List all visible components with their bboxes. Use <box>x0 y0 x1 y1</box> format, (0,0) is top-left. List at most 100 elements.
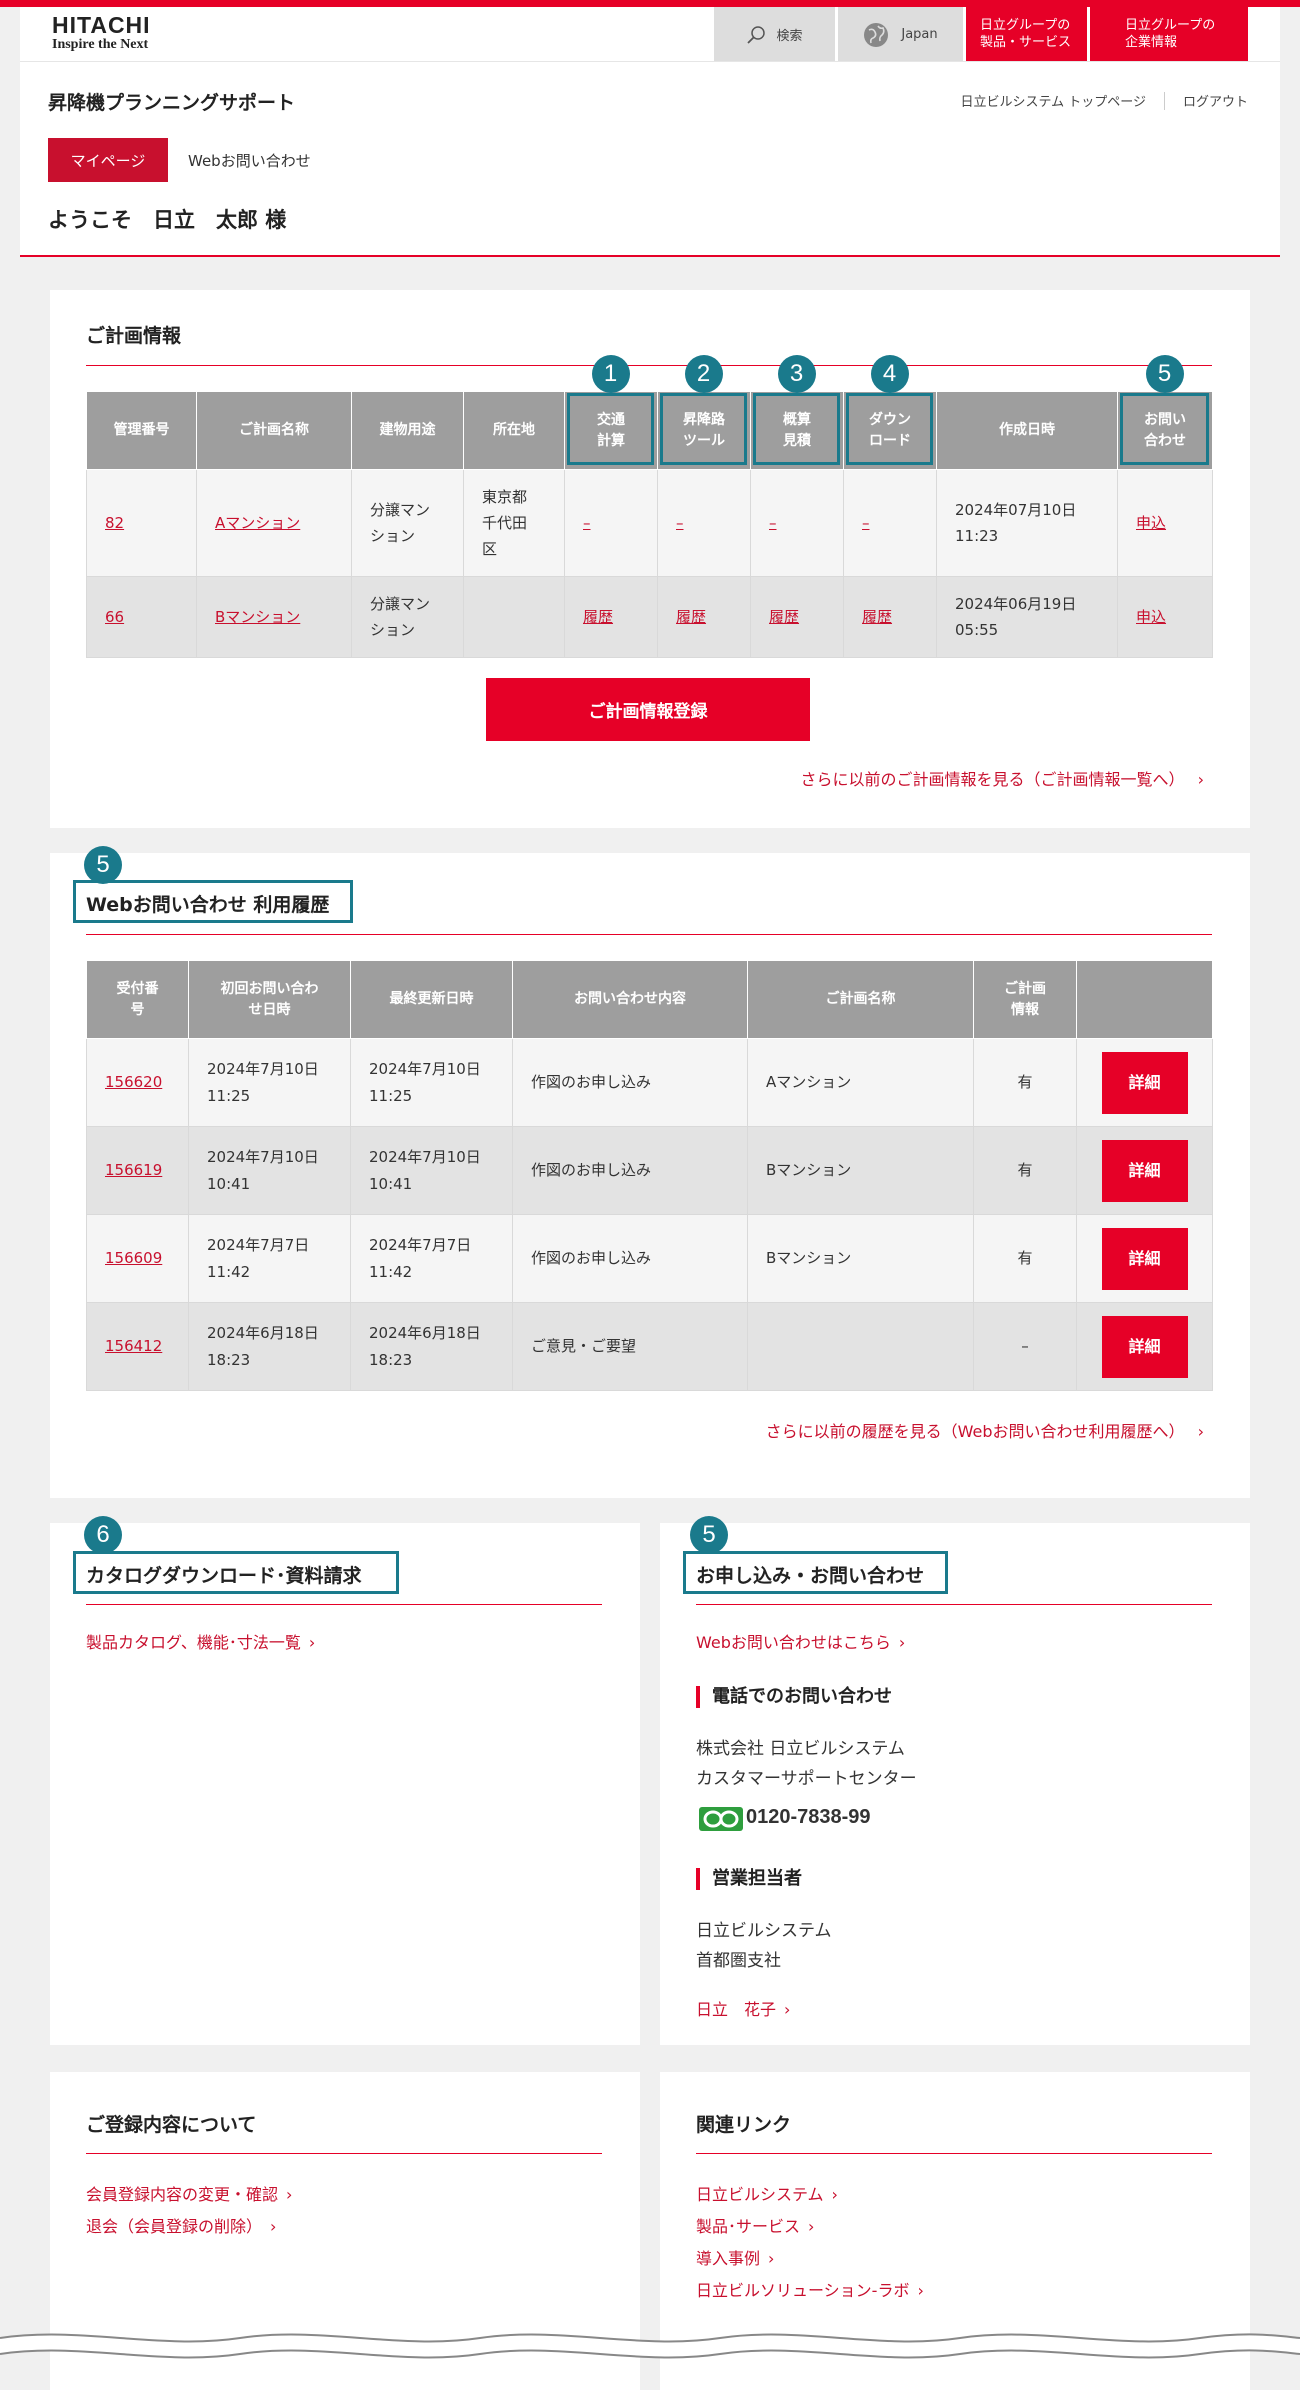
region-button[interactable]: Japan <box>838 7 963 62</box>
plan-name-link[interactable]: Aマンション <box>215 514 300 532</box>
plan-use-cell: 分譲マン ション <box>351 469 464 577</box>
plan-estimate-link[interactable]: – <box>769 514 777 532</box>
chevron-right-icon: › <box>768 2249 775 2268</box>
history-first-cell: 2024年7月10日 10:41 <box>188 1126 351 1215</box>
catalog-underline <box>86 1604 602 1605</box>
history-row: 156619 2024年7月10日 10:41 2024年7月10日 10:41 作図のお… <box>86 1126 1213 1215</box>
member-change-link[interactable]: 会員登録内容の変更・確認 › <box>86 2181 292 2205</box>
plan-location-cell: 東京都 千代田区 <box>463 469 565 577</box>
history-col-header-line: 初回お問い合わ <box>220 981 319 998</box>
related-link-label: 製品･サービス <box>696 2217 801 2236</box>
related-links-title: 関連リンク <box>696 2114 792 2136</box>
plan-inquiry-link[interactable]: 申込 <box>1136 514 1166 532</box>
plan-download-link[interactable]: 履歴 <box>862 608 892 626</box>
related-link-cases[interactable]: 導入事例 › <box>696 2245 774 2269</box>
history-id-link[interactable]: 156619 <box>105 1161 162 1179</box>
plan-use-line: ション <box>370 527 416 545</box>
history-id-link[interactable]: 156620 <box>105 1073 162 1091</box>
withdraw-label: 退会（会員登録の削除） <box>86 2217 263 2236</box>
catalog-link[interactable]: 製品カタログ、機能･寸法一覧 › <box>86 1629 315 1653</box>
history-col-header: お問い合わせ内容 <box>512 960 748 1039</box>
history-id-cell: 156412 <box>86 1302 189 1391</box>
group-corporate-button[interactable]: 日立グループの 企業情報 <box>1090 7 1248 62</box>
header-link-separator <box>1163 91 1165 110</box>
history-first-cell: 2024年7月10日 11:25 <box>188 1038 351 1127</box>
withdraw-link[interactable]: 退会（会員登録の削除） › <box>86 2213 276 2237</box>
history-first-line: 11:25 <box>207 1086 251 1105</box>
history-last-line: 11:25 <box>369 1086 413 1105</box>
history-last-line: 2024年6月18日 <box>369 1324 481 1343</box>
detail-button[interactable]: 詳細 <box>1101 1139 1188 1202</box>
plans-col-highlight <box>567 393 654 465</box>
history-id-link[interactable]: 156412 <box>105 1337 162 1355</box>
tab-mypage[interactable]: マイページ <box>48 138 168 182</box>
plan-name-link[interactable]: Bマンション <box>215 608 300 626</box>
plan-estimate-cell: – <box>750 469 844 577</box>
history-col-header-line: ご計画 <box>1004 981 1046 998</box>
plan-hoistway-link[interactable]: – <box>676 514 684 532</box>
history-plan-cell <box>747 1302 974 1391</box>
plan-traffic-link[interactable]: 履歴 <box>583 608 613 626</box>
catalog-card <box>50 1523 640 2045</box>
plan-id-link[interactable]: 66 <box>105 608 124 626</box>
plan-hoistway-link[interactable]: 履歴 <box>676 608 706 626</box>
history-id-link[interactable]: 156609 <box>105 1249 162 1267</box>
sales-branch: 首都圏支社 <box>696 1950 781 1971</box>
plan-name-cell: Bマンション <box>196 576 352 658</box>
sales-heading: 営業担当者 <box>696 1868 802 1890</box>
history-row: 156609 2024年7月7日 11:42 2024年7月7日 11:42 作図のお申し… <box>86 1214 1213 1303</box>
plan-estimate-link[interactable]: 履歴 <box>769 608 799 626</box>
history-action-cell: 詳細 <box>1076 1214 1213 1303</box>
plans-col-highlight <box>660 393 747 465</box>
badge-6-catalog: 6 <box>84 1516 122 1554</box>
phone-number[interactable]: 0120-7838-99 <box>746 1806 871 1829</box>
related-link-products[interactable]: 製品･サービス › <box>696 2213 814 2237</box>
related-link-label: 日立ビルシステム <box>696 2185 824 2204</box>
history-last-line: 2024年7月10日 <box>369 1148 481 1167</box>
history-id-cell: 156619 <box>86 1126 189 1215</box>
history-first-cell: 2024年6月18日 18:23 <box>188 1302 351 1391</box>
plan-created-line: 2024年06月19日 <box>955 594 1077 613</box>
plans-more-link[interactable]: さらに以前のご計画情報を見る（ご計画情報一覧へ） › <box>800 766 1204 790</box>
plan-location-line: 千代田 <box>482 513 528 532</box>
search-button[interactable]: 検索 <box>714 7 835 62</box>
chevron-right-icon: › <box>308 1633 316 1652</box>
related-links-underline <box>696 2153 1212 2154</box>
detail-button[interactable]: 詳細 <box>1101 1051 1188 1114</box>
related-link-lab[interactable]: 日立ビルソリューション-ラボ › <box>696 2277 924 2301</box>
logo-tagline: Inspire the Next <box>52 37 149 52</box>
history-info-cell: – <box>973 1302 1077 1391</box>
plan-inquiry-link[interactable]: 申込 <box>1136 608 1166 626</box>
plan-traffic-link[interactable]: – <box>583 514 591 532</box>
badge-5: 5 <box>1145 355 1184 393</box>
history-info-cell: 有 <box>973 1214 1077 1303</box>
related-link-hitachi-building[interactable]: 日立ビルシステム › <box>696 2181 838 2205</box>
history-content-cell: 作図のお申し込み <box>512 1126 748 1215</box>
top-page-link[interactable]: 日立ビルシステム トップページ <box>961 91 1146 110</box>
history-last-cell: 2024年7月7日 11:42 <box>350 1214 513 1303</box>
hitachi-logo[interactable]: HITACHI Inspire the Next <box>52 14 151 52</box>
plan-download-link[interactable]: – <box>862 514 870 532</box>
history-last-line: 10:41 <box>369 1174 413 1193</box>
plans-title-underline <box>86 365 1212 366</box>
register-plan-button[interactable]: ご計画情報登録 <box>486 678 810 741</box>
tab-web-inquiry[interactable]: Webお問い合わせ <box>188 138 311 182</box>
plan-name-cell: Aマンション <box>196 469 352 577</box>
group-products-line1: 日立グループの <box>980 17 1071 33</box>
group-products-button[interactable]: 日立グループの 製品・サービス <box>966 7 1087 62</box>
badge-2: 2 <box>684 355 723 393</box>
history-more-link[interactable]: さらに以前の履歴を見る（Webお問い合わせ利用履歴へ） › <box>766 1418 1204 1442</box>
sales-person-link[interactable]: 日立 花子 › <box>696 1996 790 2020</box>
sales-info: 日立ビルシステム 首都圏支社 <box>696 1917 832 1977</box>
plan-id-link[interactable]: 82 <box>105 514 124 532</box>
group-corporate-line2: 企業情報 <box>1125 34 1178 50</box>
member-change-label: 会員登録内容の変更・確認 <box>86 2185 279 2204</box>
history-plan-cell: Aマンション <box>747 1038 974 1127</box>
detail-button[interactable]: 詳細 <box>1101 1315 1188 1378</box>
contact-underline <box>696 1604 1212 1605</box>
logout-link[interactable]: ログアウト <box>1183 91 1248 110</box>
detail-button[interactable]: 詳細 <box>1101 1227 1188 1290</box>
web-inquiry-link[interactable]: Webお問い合わせはこちら › <box>696 1629 905 1653</box>
site-title: 昇降機プランニングサポート <box>48 92 296 114</box>
history-col-header: 初回お問い合わ せ日時 <box>188 960 351 1039</box>
